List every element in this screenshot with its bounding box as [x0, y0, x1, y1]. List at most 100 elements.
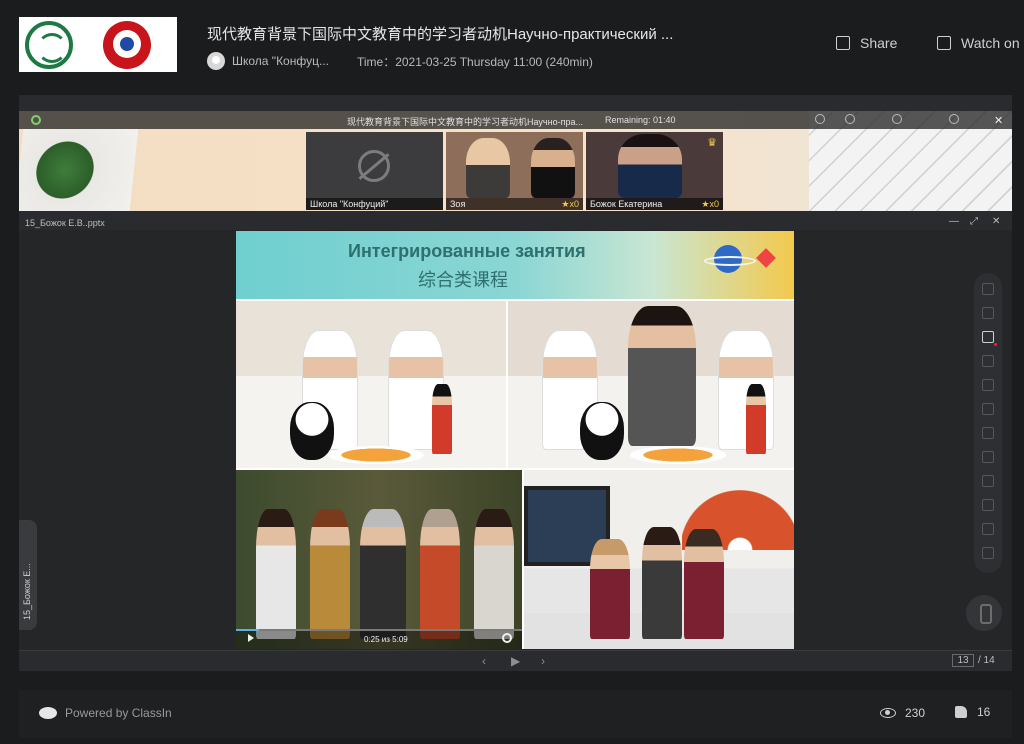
person-figure [474, 509, 514, 639]
panda-toy [580, 402, 624, 460]
doll-figure [432, 384, 452, 454]
signal-icon [31, 115, 41, 125]
teacher-figure [628, 306, 696, 446]
pointer-tool-icon[interactable] [982, 283, 994, 295]
restore-icon[interactable]: ⤢ [970, 216, 978, 227]
video-progress-fill [236, 629, 259, 631]
wifi-icon [892, 114, 902, 124]
text-tool-icon[interactable] [982, 355, 994, 367]
close-document-icon[interactable]: ✕ [992, 216, 1000, 227]
delete-tool-icon[interactable] [982, 403, 994, 415]
doll-figure [746, 384, 766, 454]
participant-video [618, 134, 682, 198]
chat-tool-icon[interactable] [982, 475, 994, 487]
star-count: ★x0 [701, 199, 719, 209]
speaker-icon[interactable] [845, 114, 855, 124]
remaining-time: Remaining: 01:40 [605, 115, 676, 125]
organizer-name[interactable]: Школа "Конфуц... [232, 54, 329, 68]
users-icon[interactable] [982, 547, 994, 559]
microphone-icon[interactable] [815, 114, 825, 124]
document-side-tab[interactable]: 15_Божок Е... [19, 520, 37, 630]
page-indicator: 13 / 14 [952, 654, 995, 667]
slide-photo-classroom [524, 470, 794, 649]
slide-title-chinese: 综合类课程 [418, 270, 508, 290]
toolbox-icon[interactable] [982, 523, 994, 535]
powered-by: Powered by ClassIn [39, 706, 172, 720]
eraser-tool-icon[interactable] [982, 379, 994, 391]
thumbs-up-icon [955, 706, 967, 718]
share-icon [836, 36, 850, 50]
previous-page-icon[interactable]: ‹ [482, 654, 486, 668]
view-count: 230 [880, 706, 925, 720]
person-figure [256, 509, 296, 639]
partner-logo [103, 21, 151, 69]
cloud-tool-icon[interactable] [982, 499, 994, 511]
footer: Powered by ClassIn 230 16 [19, 690, 1012, 738]
participant-video [466, 138, 510, 198]
classin-logo-icon [39, 707, 57, 719]
person-figure [590, 539, 630, 639]
settings-icon[interactable] [949, 114, 959, 124]
confucius-institute-logo [25, 21, 73, 69]
play-icon[interactable]: ▶ [511, 654, 520, 668]
tablet-icon [937, 36, 951, 50]
slide-pagination: ‹ ▶ › 13 / 14 [19, 650, 1012, 671]
food-plate [328, 446, 424, 464]
live-player[interactable]: 现代教育背景下国际中文教育中的学习者动机Научно-пра... Remain… [19, 95, 1012, 671]
pen-tool-icon[interactable] [982, 331, 997, 346]
course-title: 现代教育背景下国际中文教育中的学习者动机Научно-практический … [207, 26, 674, 43]
close-icon[interactable]: ✕ [994, 114, 1003, 127]
panda-toy [290, 402, 334, 460]
video-progress-track[interactable] [236, 629, 522, 631]
video-time: 0:25 из 5:09 [364, 635, 408, 644]
select-tool-icon[interactable] [982, 307, 994, 319]
minimize-icon[interactable]: — [949, 216, 959, 227]
edit-tool-icon[interactable] [982, 451, 994, 463]
tile-name: Школа "Конфуций" [306, 198, 443, 210]
document-file-name: 15_Божок Е.В..pptx [25, 218, 105, 228]
rocket-illustration [756, 248, 776, 268]
like-button[interactable]: 16 [955, 705, 990, 719]
course-logo [19, 17, 177, 72]
star-count: ★x0 [561, 199, 579, 209]
person-figure [310, 509, 350, 639]
participant-video [531, 138, 575, 198]
document-title-bar: 15_Божок Е.В..pptx — ⤢ ✕ [19, 215, 1012, 230]
video-tile-zoya[interactable]: Зоя ★x0 [446, 132, 583, 210]
header: 现代教育背景下国际中文教育中的学习者动机Научно-практический … [0, 0, 1024, 90]
watch-on-button[interactable]: Watch on [937, 35, 1020, 51]
planet-illustration [704, 245, 756, 273]
person-figure [420, 509, 460, 639]
video-settings-icon[interactable] [502, 633, 512, 643]
slide-photo-teacher [508, 301, 794, 468]
camera-off-icon [358, 150, 390, 182]
organizer-avatar-icon[interactable] [207, 52, 225, 70]
course-time: Time：2021-03-25 Thursday 11:00 (240min) [356, 54, 593, 69]
slide-video-tea-ceremony[interactable]: 0:25 из 5:09 [236, 470, 522, 649]
share-button[interactable]: Share [836, 35, 897, 51]
food-plate [630, 446, 726, 464]
video-tile-organizer[interactable]: Школа "Конфуций" [306, 132, 443, 210]
person-figure [684, 529, 724, 639]
annotation-toolbar [974, 273, 1002, 573]
volume-icon[interactable] [248, 634, 256, 642]
total-pages: / 14 [978, 655, 995, 666]
presentation-slide[interactable]: Интегрированные занятия 综合类课程 0:25 из 5:… [236, 231, 794, 649]
video-controls[interactable]: 0:25 из 5:09 [236, 629, 522, 649]
slide-title-russian: Интегрированные занятия [348, 241, 586, 261]
next-page-icon[interactable]: › [541, 654, 545, 668]
video-tile-bozhok[interactable]: ♛ Божок Екатерина ★x0 [586, 132, 723, 210]
person-figure [642, 527, 682, 639]
classroom-title-bar: 现代教育背景下国际中文教育中的学习者动机Научно-пра... Remain… [19, 111, 1012, 129]
classroom-title: 现代教育背景下国际中文教育中的学习者动机Научно-пра... [347, 117, 583, 127]
background-plant [19, 129, 139, 211]
person-figure [360, 509, 406, 639]
slide-photo-chefs [236, 301, 506, 468]
shape-tool-icon[interactable] [982, 427, 994, 439]
raise-hand-button[interactable] [966, 595, 1002, 631]
eye-icon [880, 708, 896, 718]
video-strip: 现代教育背景下国际中文教育中的学习者动机Научно-пра... Remain… [19, 111, 1012, 211]
course-meta: Школа "Конфуц... Time：2021-03-25 Thursda… [207, 52, 593, 70]
tile-name: Зоя ★x0 [446, 198, 583, 210]
current-page-input[interactable]: 13 [952, 654, 974, 667]
